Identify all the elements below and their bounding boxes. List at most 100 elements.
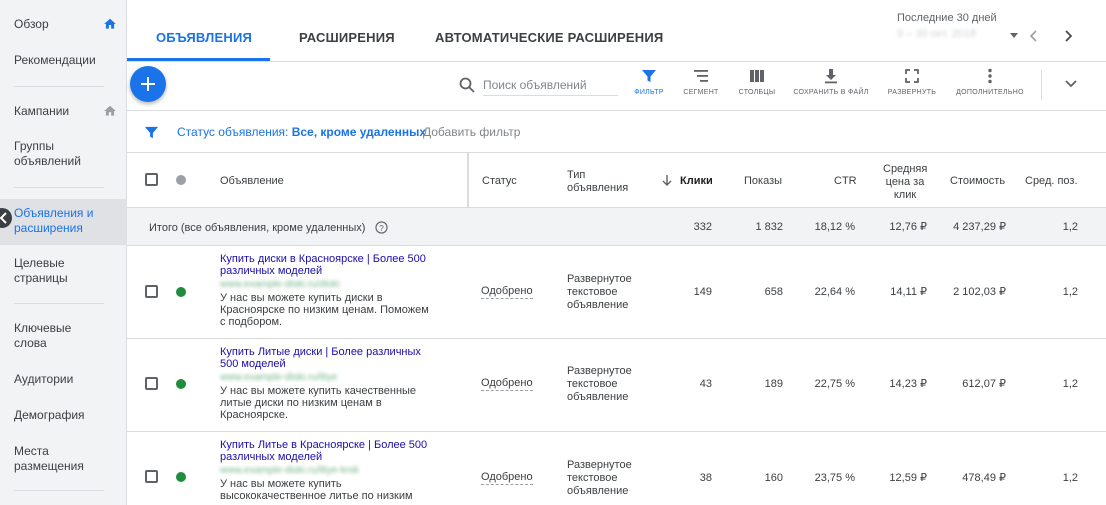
ad-cost: 2 102,03 ₽ [953,286,1006,298]
sidebar-item-audiences[interactable]: Аудитории [14,372,114,387]
chevron-right-icon[interactable] [1061,29,1075,43]
ad-clicks: 149 [693,286,712,298]
ad-status[interactable]: Одобрено [481,377,533,391]
row-checkbox[interactable] [145,285,158,298]
toolbar-divider [1041,70,1042,100]
tab-auto-extensions[interactable]: АВТОМАТИЧЕСКИЕ РАСШИРЕНИЯ [435,30,663,45]
ad-headline-link[interactable]: Купить Литье в Красноярске | Более 500 р… [220,439,435,463]
sidebar: Обзор Рекомендации Кампании Группы объяв… [0,0,127,505]
total-impressions: 1 832 [755,221,783,233]
more-label: ДОПОЛНИТЕЛЬНО [956,89,1024,96]
tab-extensions[interactable]: РАСШИРЕНИЯ [299,30,395,45]
total-cost: 4 237,29 ₽ [953,221,1006,233]
sidebar-divider [14,490,104,491]
sidebar-item-keywords[interactable]: Ключевые слова [14,321,84,351]
ad-type: Развернутое текстовое объявление [567,365,632,403]
header-ctr[interactable]: CTR [834,175,857,188]
ad-impressions: 160 [764,472,783,484]
ad-headline-link[interactable]: Купить Литые диски | Более различных 500… [220,346,435,370]
add-filter-link[interactable]: Добавить фильтр [423,125,520,139]
sidebar-item-landing-pages[interactable]: Целевые страницы [14,256,89,286]
filter-icon [144,126,159,139]
status-dot-enabled[interactable] [176,379,186,389]
status-dot-enabled[interactable] [176,472,186,482]
table-row: Купить диски в Красноярске | Более 500 р… [127,246,1106,339]
header-avg-position[interactable]: Сред. поз. [1025,175,1078,188]
row-checkbox[interactable] [145,470,158,483]
chevron-left-icon[interactable] [1027,29,1041,43]
total-avg-position: 1,2 [1062,221,1078,233]
ad-description: У нас вы можете купить качественные литы… [220,385,417,421]
header-cpc-line3: клик [893,189,917,201]
ad-cpc: 12,59 ₽ [889,472,927,484]
sidebar-item-recommendations[interactable]: Рекомендации [14,53,114,68]
ad-avg-position: 1,2 [1062,286,1078,298]
active-filter-chip[interactable]: Статус объявления: Все, кроме удаленных [177,125,426,139]
date-range-label: Последние 30 дней [897,12,997,24]
caret-down-icon[interactable] [1010,33,1018,38]
sidebar-divider [14,303,104,304]
ad-type: Развернутое текстовое объявление [567,273,632,311]
ad-status[interactable]: Одобрено [481,285,533,299]
filter-label: ФИЛЬТР [634,89,664,96]
ad-status-value: Одобрено [481,377,533,391]
sidebar-item-placements[interactable]: Места размещения [14,444,94,474]
ad-clicks: 43 [699,378,712,390]
filter-button[interactable]: ФИЛЬТР [631,68,667,96]
sidebar-item-demographics[interactable]: Демография [14,408,114,423]
sidebar-item-campaigns[interactable]: Кампании [14,104,114,119]
ad-description: У нас вы можете купить диски в Красноярс… [220,292,429,328]
date-range-picker[interactable]: 9 – 30 окт. 2018 [897,28,976,40]
sidebar-item-overview[interactable]: Обзор [14,17,114,32]
download-button[interactable]: СОХРАНИТЬ В ФАЙЛ [793,68,869,96]
ad-impressions: 189 [764,378,783,390]
header-cost[interactable]: Стоимость [950,175,1005,188]
status-dot-header [176,175,186,185]
ad-cpc: 14,23 ₽ [889,378,927,390]
svg-text:?: ? [379,223,384,233]
sidebar-item-ads-extensions[interactable]: Объявления и расширения [14,206,104,236]
sidebar-divider [14,187,104,188]
ad-status[interactable]: Одобрено [481,471,533,485]
ad-headline-link[interactable]: Купить диски в Красноярске | Более 500 р… [220,253,435,277]
segment-icon [694,70,708,82]
segment-button[interactable]: СЕГМЕНТ [683,68,719,96]
more-button[interactable]: ДОПОЛНИТЕЛЬНО [953,68,1027,96]
tab-ads[interactable]: ОБЪЯВЛЕНИЯ [156,30,252,45]
help-icon[interactable]: ? [374,221,388,234]
total-label-text: Итого (все объявления, кроме удаленных) [149,222,366,234]
table-header: Объявление Статус Тип объявления Клики П… [127,153,1106,208]
header-cpc-line1: Средняя [883,163,928,175]
row-checkbox[interactable] [145,377,158,390]
header-avg-cpc[interactable]: Средняя цена за клик [883,163,927,202]
search-input[interactable] [483,74,618,96]
status-dot-enabled[interactable] [176,287,186,297]
download-icon [825,69,837,84]
expand-button[interactable]: РАЗВЕРНУТЬ [885,68,939,96]
header-type[interactable]: Тип объявления [567,169,628,195]
sidebar-item-ad-groups[interactable]: Группы объявлений [14,139,94,169]
header-impressions[interactable]: Показы [744,175,782,188]
ad-display-url: www.example-diski.ru/litye-krsk [220,465,359,476]
chevron-down-icon[interactable] [1064,79,1078,89]
ad-ctr: 22,64 % [814,286,855,298]
total-label: Итого (все объявления, кроме удаленных) … [149,221,388,235]
download-label: СОХРАНИТЬ В ФАЙЛ [793,89,869,96]
expand-label: РАЗВЕРНУТЬ [887,89,937,96]
header-ad[interactable]: Объявление [220,175,284,188]
header-status[interactable]: Статус [482,175,517,188]
columns-icon [750,70,764,82]
tab-bar: ОБЪЯВЛЕНИЯ РАСШИРЕНИЯ АВТОМАТИЧЕСКИЕ РАС… [127,0,1106,62]
table-row: Купить Литые диски | Более различных 500… [127,339,1106,432]
sort-arrow-down-icon[interactable] [662,175,672,187]
columns-button[interactable]: СТОЛБЦЫ [736,68,778,96]
select-all-checkbox[interactable] [145,173,158,186]
filter-value: Все, кроме удаленных [291,125,426,139]
ad-cpc: 14,11 ₽ [890,286,927,298]
ad-clicks: 38 [699,472,712,484]
more-vert-icon [988,68,992,84]
add-ad-button[interactable] [130,66,166,102]
filter-icon [642,70,656,82]
ad-avg-position: 1,2 [1062,472,1078,484]
header-clicks[interactable]: Клики [680,175,713,188]
